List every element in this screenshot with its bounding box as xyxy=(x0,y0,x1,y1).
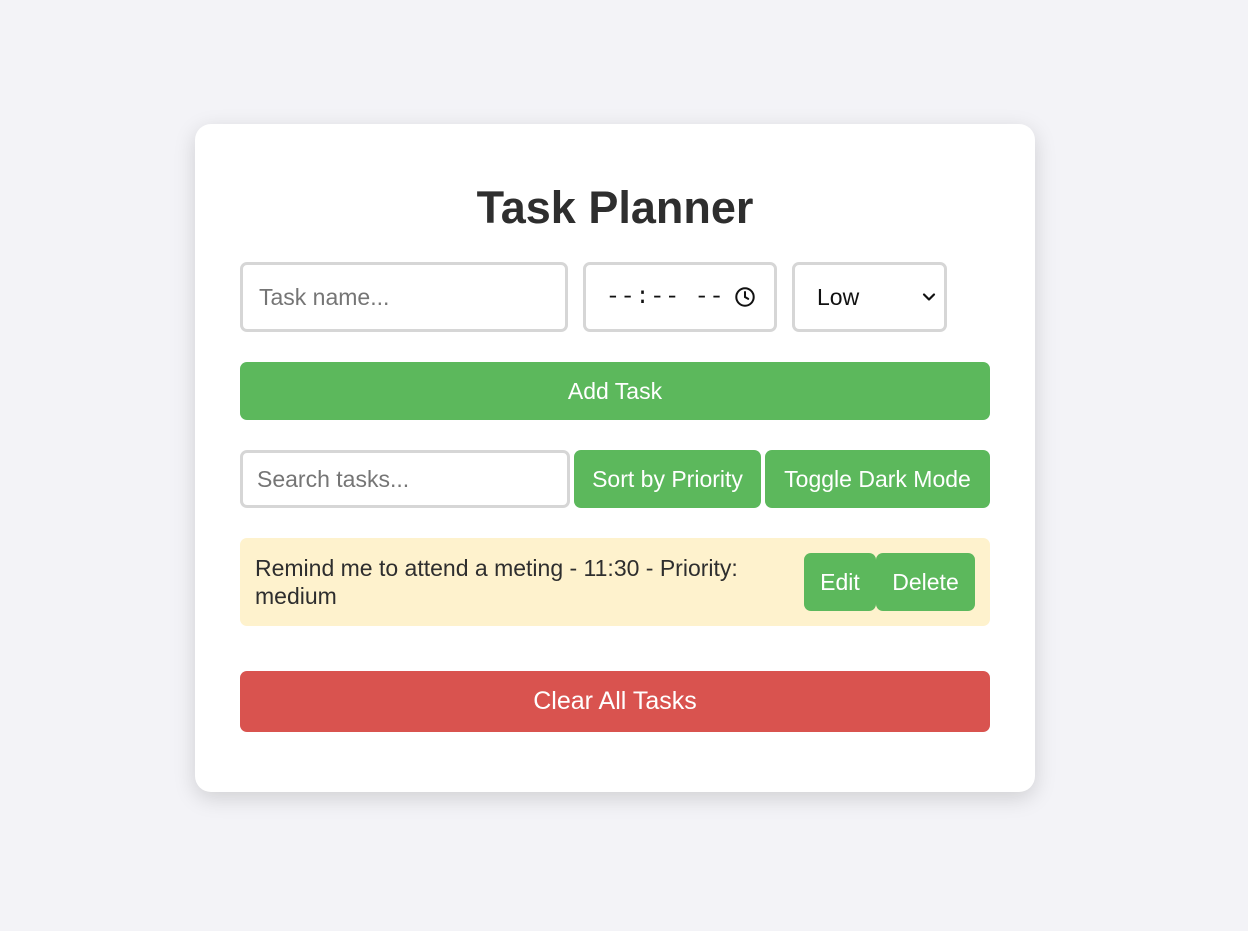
toggle-dark-mode-button[interactable]: Toggle Dark Mode xyxy=(765,450,990,508)
time-value: --:-- -- xyxy=(606,284,725,310)
search-input[interactable] xyxy=(240,450,570,508)
task-name-input[interactable] xyxy=(240,262,568,332)
delete-task-button[interactable]: Delete xyxy=(876,553,975,611)
edit-task-button[interactable]: Edit xyxy=(804,553,876,611)
page-title: Task Planner xyxy=(476,182,754,233)
clock-icon[interactable] xyxy=(734,286,756,308)
task-list-item: Remind me to attend a meting - 11:30 - P… xyxy=(240,538,990,626)
priority-selected-value: Low xyxy=(817,283,860,310)
chevron-down-icon xyxy=(922,293,936,301)
task-planner-card: Task Planner --:-- -- Low Add Task Sort … xyxy=(195,124,1035,792)
sort-by-priority-button[interactable]: Sort by Priority xyxy=(574,450,761,508)
clear-all-tasks-button[interactable]: Clear All Tasks xyxy=(240,671,990,732)
priority-select[interactable]: Low xyxy=(792,262,947,332)
add-task-button[interactable]: Add Task xyxy=(240,362,990,420)
time-input[interactable]: --:-- -- xyxy=(583,262,777,332)
task-text: Remind me to attend a meting - 11:30 - P… xyxy=(255,555,738,609)
